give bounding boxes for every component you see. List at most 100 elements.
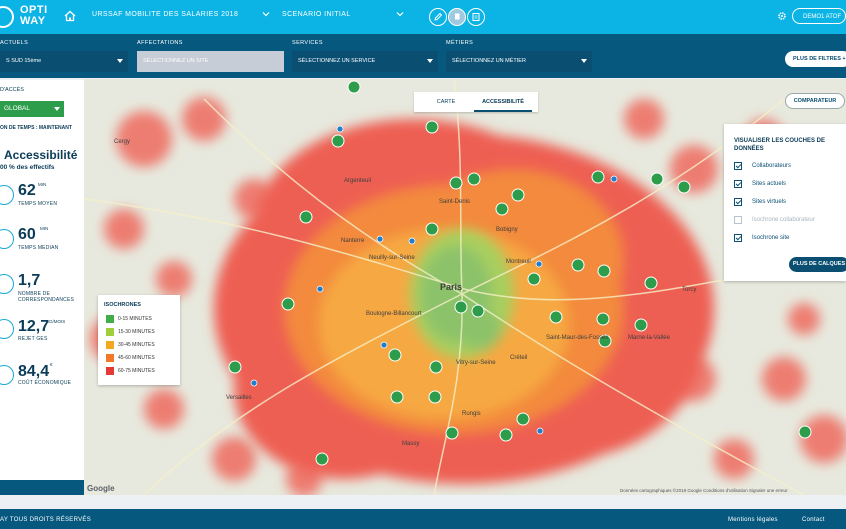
copy-icon [455, 13, 460, 20]
legend-label: 45-60 MINUTES [118, 355, 155, 361]
legend-label: 30-45 MINUTES [118, 342, 155, 348]
legend-swatch [106, 315, 114, 323]
logo-line2: WAY [20, 15, 46, 27]
access-mode-label: D'ACCÈS [0, 87, 24, 93]
checkbox-checked[interactable] [734, 234, 742, 242]
assignment-value: SÉLECTIONNEZ UN SITE [143, 58, 209, 64]
map-view-tabs: CARTE ACCESSIBILITÉ [414, 92, 538, 112]
filter-label-assignments: AFFECTATIONS [137, 40, 183, 46]
legend-label: 0-15 MINUTES [118, 316, 152, 322]
place-label: Boulogne-Billancourt [366, 311, 422, 317]
panel-bottom-strip [0, 480, 84, 495]
checkbox-unchecked[interactable] [734, 216, 742, 224]
place-label: Montreuil [506, 259, 531, 265]
place-label: Versailles [226, 395, 252, 401]
metric-value: 1,7 [18, 272, 41, 289]
checkbox-checked[interactable] [734, 180, 742, 188]
access-mode-select[interactable]: GLOBAL [0, 101, 64, 117]
metric-value: 62 [18, 182, 36, 199]
current-site-value: S SUD 15ème [6, 58, 42, 64]
tab-accessibility[interactable]: ACCESSIBILITÉ [474, 92, 532, 112]
time-window-label: ON DE TEMPS : MAINTENANT [0, 125, 72, 131]
chevron-down-icon[interactable] [396, 10, 404, 18]
user-account-button[interactable]: DEMO1 ATOF [792, 8, 846, 24]
legal-link[interactable]: Mentions légales [728, 517, 778, 523]
edit-button[interactable] [429, 8, 447, 26]
copyright-text: AY TOUS DROITS RÉSERVÉS [0, 517, 92, 523]
metric-value: 84,4 [18, 363, 50, 380]
metric-unit: MIN [38, 182, 47, 187]
layer-label: Sites actuels [752, 181, 787, 187]
legend-swatch [106, 341, 114, 349]
legend-label: 60-75 MINUTES [118, 368, 155, 374]
comparator-button[interactable]: COMPARATEUR [785, 93, 845, 109]
assignment-select[interactable]: SÉLECTIONNEZ UN SITE [137, 51, 284, 72]
filter-label-jobs: MÉTIERS [446, 40, 474, 46]
top-bar: OPTI WAY URSSAF MOBILITE DES SALARIES 20… [0, 0, 846, 34]
job-select[interactable]: SÉLECTIONNEZ UN MÉTIER [446, 51, 592, 72]
metric-value: 60 [18, 226, 36, 243]
metric-label: TEMPS MEDIAN [18, 245, 59, 251]
place-label-paris: Paris [440, 282, 462, 292]
layer-label: Isochrone collaborateur [752, 217, 815, 223]
layer-label: Collaborateurs [752, 163, 792, 169]
contact-link[interactable]: Contact [802, 517, 825, 523]
place-label: Massy [402, 441, 419, 447]
dropdown-arrow-icon [581, 59, 587, 63]
legend-title: ISOCHRONES [104, 302, 141, 308]
place-label: Saint-Maur-des-Fossés [546, 335, 608, 341]
legend-swatch [106, 328, 114, 336]
logo[interactable]: OPTI WAY [0, 4, 47, 32]
layers-title: VISUALISER LES COUCHES DE DONNÉES [734, 138, 826, 152]
legend-label: 15-30 MINUTES [118, 329, 155, 335]
access-mode-value: GLOBAL [4, 105, 31, 112]
filter-label-current: ACTUELS [0, 40, 29, 46]
tab-map[interactable]: CARTE [424, 92, 468, 112]
gear-icon[interactable] [777, 11, 787, 21]
place-label: Neuilly-sur-Seine [369, 255, 415, 261]
place-label: Marne-la-Vallée [628, 335, 671, 341]
legend-swatch [106, 367, 114, 375]
current-site-select[interactable]: S SUD 15ème [0, 51, 128, 72]
place-label: Créteil [510, 355, 527, 361]
more-layers-button[interactable]: PLUS DE CALQUES [789, 257, 846, 272]
metric-label: NOMBRE DE CORRESPONDANCES [18, 291, 75, 303]
scenario-select[interactable]: SCENARIO INITIAL [282, 11, 351, 18]
job-value: SÉLECTIONNEZ UN MÉTIER [452, 58, 526, 64]
map-attribution[interactable]: Données cartographiques ©2018 Google Con… [620, 488, 788, 493]
home-icon[interactable] [63, 9, 77, 23]
copy-button[interactable] [448, 8, 466, 26]
metric-unit: MIN [40, 226, 49, 231]
place-label: Vitry-sur-Seine [456, 360, 496, 366]
checkbox-checked[interactable] [734, 162, 742, 170]
study-select[interactable]: URSSAF MOBILITE DES SALARIES 2018 [92, 11, 238, 18]
export-icon [472, 13, 480, 21]
metric-value: 12,7 [18, 318, 50, 335]
checkbox-checked[interactable] [734, 198, 742, 206]
export-button[interactable] [467, 8, 485, 26]
dropdown-arrow-icon [427, 59, 433, 63]
place-label: Torcy [682, 287, 696, 293]
logo-circle-icon [0, 6, 14, 28]
more-filters-button[interactable]: PLUS DE FILTRES + [785, 51, 846, 67]
metric-unit: KG/MOIS [46, 319, 66, 324]
chevron-down-icon[interactable] [262, 10, 270, 18]
metric-label: REJET GES [18, 336, 48, 342]
dropdown-arrow-icon [117, 59, 123, 63]
layer-label: Isochrone site [752, 235, 790, 241]
filter-label-services: SERVICES [292, 40, 323, 46]
layer-label: Sites virtuels [752, 199, 787, 205]
panel-subheading: 00 % des effectifs [0, 164, 55, 171]
dropdown-arrow-icon [54, 107, 60, 111]
place-label: Cergy [114, 139, 130, 145]
google-logo: Google [87, 484, 115, 493]
metric-label: COÛT ÉCONOMIQUE [18, 380, 72, 386]
place-label: Argenteuil [344, 178, 371, 184]
place-label: Saint-Denis [439, 199, 470, 205]
metric-unit: € [50, 362, 53, 367]
place-label: Rungis [462, 411, 481, 417]
place-label: Nanterre [341, 238, 365, 244]
service-value: SÉLECTIONNEZ UN SERVICE [298, 58, 376, 64]
isochrone-legend: ISOCHRONES 0-15 MINUTES 15-30 MINUTES 30… [98, 295, 180, 385]
service-select[interactable]: SÉLECTIONNEZ UN SERVICE [292, 51, 438, 72]
